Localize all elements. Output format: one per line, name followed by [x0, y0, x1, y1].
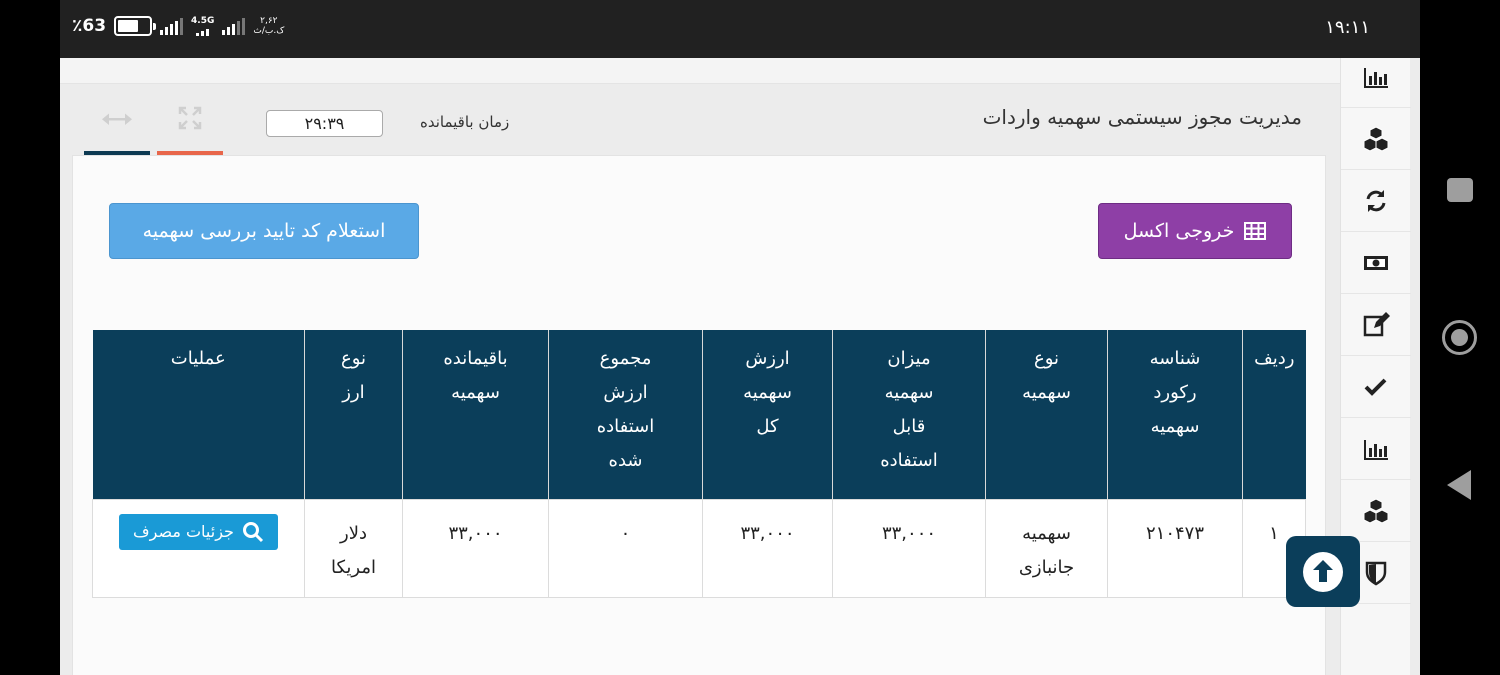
- home-button[interactable]: [1442, 320, 1477, 355]
- net-speed: ۲,۶۲ ک.ب/ث: [253, 16, 284, 36]
- top-strip: [60, 58, 1340, 84]
- timer-value: ۲۹:۳۹: [266, 110, 383, 137]
- cell-usable-amount: ۳۳,۰۰۰: [832, 498, 986, 598]
- bar-chart-icon: [1364, 439, 1388, 460]
- sidebar-item-chart[interactable]: [1341, 46, 1411, 108]
- sidebar-item-check[interactable]: [1341, 356, 1411, 418]
- network-type-block: 4.5G: [191, 15, 215, 36]
- timer-label: زمان باقیمانده: [420, 113, 510, 131]
- col-header-record-id[interactable]: شناسه رکورد سهمیه: [1105, 330, 1243, 499]
- table-row: ۱ ۲۱۰۴۷۳ سهمیه جانبازی ۳۳,۰۰۰ ۳۳,۰۰۰ ۰ ۳۳…: [92, 498, 1306, 598]
- search-icon: [242, 521, 263, 542]
- clock: ۱۹:۱۱: [1325, 17, 1370, 38]
- cell-remaining: ۳۳,۰۰۰: [402, 498, 549, 598]
- sidebar-item-money[interactable]: [1341, 232, 1411, 294]
- usage-details-label: جزئیات مصرف: [133, 521, 234, 541]
- scroll-to-top-button[interactable]: [1286, 536, 1360, 607]
- quota-inquiry-label: استعلام کد تایید بررسی سهمیه: [142, 220, 386, 242]
- cell-currency: دلار امریکا: [304, 498, 403, 598]
- sidebar-item-cubes[interactable]: [1341, 108, 1411, 170]
- recents-button[interactable]: [1447, 178, 1473, 202]
- status-bar: ٪63 4.5G ۲,۶۲ ک.ب/ث ۱۹:۱۱: [60, 0, 1420, 58]
- col-header-quota-type[interactable]: نوع سهمیه: [983, 330, 1108, 499]
- quota-table: ردیف شناسه رکورد سهمیه نوع سهمیه میزان سهمیه…: [92, 330, 1306, 598]
- col-header-total-value[interactable]: ارزش سهمیه کل: [700, 330, 833, 499]
- net-speed-value: ۲,۶۲: [260, 16, 278, 26]
- horizontal-arrows-icon[interactable]: [102, 112, 132, 126]
- cell-record-id: ۲۱۰۴۷۳: [1107, 498, 1243, 598]
- check-icon: [1364, 378, 1387, 396]
- net-speed-unit: ک.ب/ث: [253, 26, 285, 36]
- back-button[interactable]: [1447, 470, 1471, 500]
- col-header-used-total[interactable]: مجموع ارزش استفاده شده: [546, 330, 703, 499]
- shield-icon: [1365, 561, 1387, 585]
- col-header-currency[interactable]: نوع ارز: [302, 330, 403, 499]
- col-header-usable-amount[interactable]: میزان سهمیه قابل استفاده: [830, 330, 986, 499]
- col-header-remaining[interactable]: باقیمانده سهمیه: [400, 330, 549, 499]
- cubes-icon: [1363, 125, 1389, 152]
- quota-inquiry-button[interactable]: استعلام کد تایید بررسی سهمیه: [109, 203, 419, 259]
- cell-total-value: ۳۳,۰۰۰: [702, 498, 833, 598]
- network-type: 4.5G: [191, 15, 215, 26]
- battery-percent: ٪63: [72, 16, 107, 36]
- sidebar-item-edit[interactable]: [1341, 294, 1411, 356]
- bar-chart-icon: [1364, 67, 1388, 88]
- cell-operations: جزئیات مصرف: [92, 498, 305, 598]
- signal-icon: [160, 17, 184, 35]
- excel-export-label: خروجی اکسل: [1123, 220, 1235, 242]
- sidebar-item-cubes-2[interactable]: [1341, 480, 1411, 542]
- battery-icon: [114, 16, 157, 36]
- table-icon: [1244, 222, 1267, 240]
- cell-quota-type: سهمیه جانبازی: [985, 498, 1108, 598]
- money-icon: [1364, 255, 1388, 270]
- sidebar-item-chart-2[interactable]: [1341, 418, 1411, 480]
- col-header-operations: عملیات: [92, 330, 305, 499]
- arrow-up-circle-icon: [1303, 551, 1343, 592]
- page-title: مدیریت مجوز سیستمی سهمیه واردات: [982, 105, 1302, 129]
- table-header-row: ردیف شناسه رکورد سهمیه نوع سهمیه میزان سهمیه…: [92, 330, 1306, 499]
- expand-icon[interactable]: [178, 106, 202, 130]
- cell-used-total: ۰: [548, 498, 703, 598]
- app-window: مدیریت مجوز سیستمی سهمیه واردات زمان باق…: [60, 58, 1420, 675]
- edit-icon: [1363, 311, 1390, 336]
- excel-export-button[interactable]: خروجی اکسل: [1098, 203, 1292, 259]
- status-icons: ٪63 4.5G ۲,۶۲ ک.ب/ث: [72, 16, 284, 36]
- network-signal-icon: [196, 26, 210, 36]
- cubes-icon: [1363, 497, 1389, 524]
- col-header-row-number[interactable]: ردیف: [1240, 330, 1306, 499]
- network-signal-icon: [222, 17, 246, 35]
- sidebar-item-refresh[interactable]: [1341, 170, 1411, 232]
- usage-details-button[interactable]: جزئیات مصرف: [119, 513, 278, 550]
- refresh-icon: [1366, 189, 1386, 212]
